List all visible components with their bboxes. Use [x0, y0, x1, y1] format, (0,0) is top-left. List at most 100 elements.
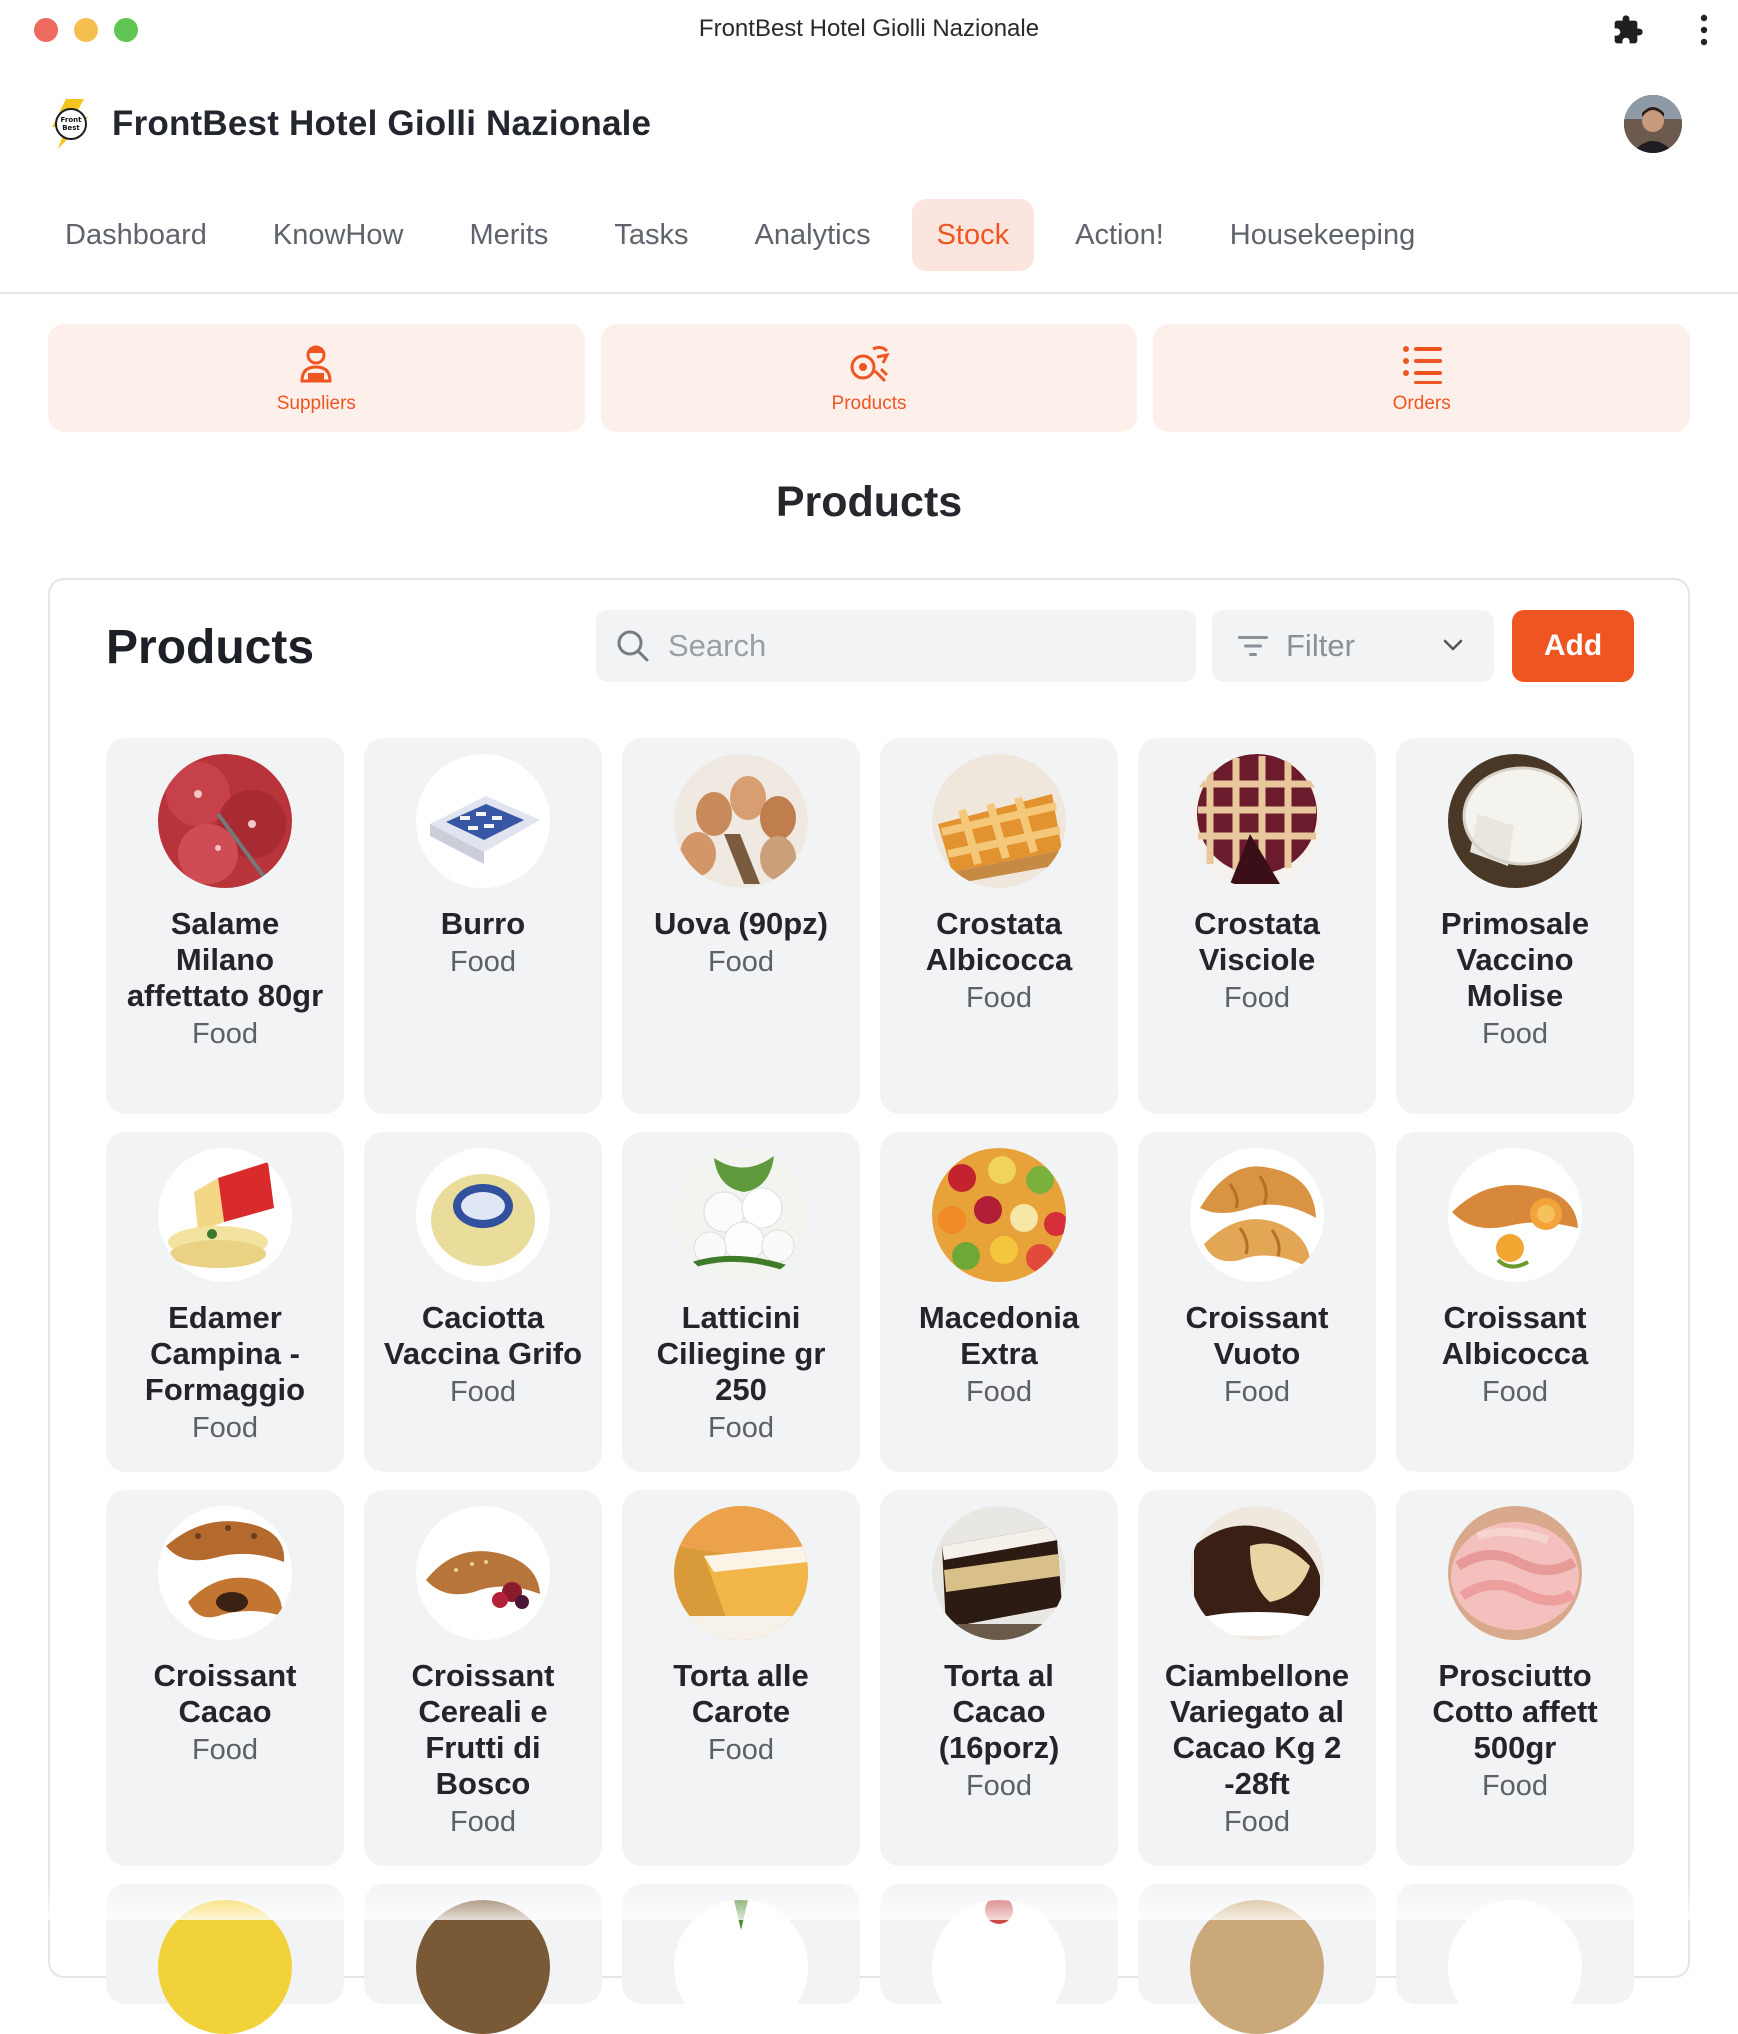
product-name: Torta al Cacao (16porz)	[938, 1658, 1060, 1765]
product-card[interactable]: Crostata Albicocca Food	[880, 738, 1118, 1114]
product-card[interactable]: Caciotta Vaccina Grifo Food	[364, 1132, 602, 1472]
product-card[interactable]: Primosale Vaccino Molise Food	[1396, 738, 1634, 1114]
stock-subnav: Suppliers Products Orders	[48, 324, 1691, 432]
brand[interactable]: Front Best FrontBest Hotel Giolli Nazion…	[44, 96, 651, 152]
subnav-orders[interactable]: Orders	[1153, 324, 1691, 432]
product-name: Crostata Albicocca	[925, 906, 1073, 977]
product-name: Latticini Ciliegine gr 250	[656, 1300, 826, 1407]
supplier-person-icon	[300, 345, 332, 383]
add-product-button[interactable]: Add	[1512, 610, 1634, 682]
tab-action[interactable]: Action!	[1050, 199, 1189, 271]
product-category: Food	[707, 1734, 775, 1766]
tab-housekeeping[interactable]: Housekeeping	[1205, 199, 1440, 271]
search-icon	[617, 630, 649, 662]
product-name: Uova (90pz)	[654, 906, 828, 941]
product-card[interactable]: Croissant Vuoto Food	[1138, 1132, 1376, 1472]
product-category: Food	[1223, 1376, 1291, 1408]
product-image	[158, 1900, 292, 2034]
product-image-crostata-albicocca	[932, 754, 1066, 888]
product-image-torta-carote	[674, 1506, 808, 1640]
product-card[interactable]: Croissant Albicocca Food	[1396, 1132, 1634, 1472]
product-name: Torta alle Carote	[673, 1658, 809, 1729]
product-category: Food	[1223, 982, 1291, 1014]
product-category: Food	[965, 982, 1033, 1014]
products-panel: Products Filter Add	[48, 578, 1690, 2034]
product-category: Food	[449, 946, 517, 978]
user-avatar[interactable]	[1624, 95, 1682, 153]
product-name: Primosale Vaccino Molise	[1440, 906, 1590, 1013]
tab-analytics[interactable]: Analytics	[730, 199, 896, 271]
tab-dashboard[interactable]: Dashboard	[40, 199, 232, 271]
product-category: Food	[191, 1734, 259, 1766]
product-name: Ciambellone Variegato al Cacao Kg 2 -28f…	[1164, 1658, 1350, 1801]
tab-knowhow[interactable]: KnowHow	[248, 199, 429, 271]
tab-merits[interactable]: Merits	[444, 199, 573, 271]
product-card[interactable]: Crostata Visciole Food	[1138, 738, 1376, 1114]
product-card[interactable]: Croissant Cereali e Frutti di Bosco Food	[364, 1490, 602, 1866]
subnav-suppliers-label: Suppliers	[276, 393, 356, 414]
product-name: Caciotta Vaccina Grifo	[383, 1300, 583, 1371]
more-menu-icon[interactable]	[1696, 12, 1712, 48]
product-image	[1448, 1900, 1582, 2034]
products-food-icon	[850, 345, 890, 383]
product-name: Croissant Cereali e Frutti di Bosco	[411, 1658, 555, 1801]
product-image-croissant-cereali	[416, 1506, 550, 1640]
product-category: Food	[1481, 1376, 1549, 1408]
product-card[interactable]: Edamer Campina - Formaggio Food	[106, 1132, 344, 1472]
product-category: Food	[449, 1806, 517, 1838]
logo-text-best: Best	[62, 124, 80, 132]
product-card[interactable]: Prosciutto Cotto affett 500gr Food	[1396, 1490, 1634, 1866]
product-image	[1190, 1900, 1324, 2034]
product-category: Food	[1223, 1806, 1291, 1838]
subnav-products[interactable]: Products	[600, 324, 1138, 432]
product-name: Croissant Vuoto	[1185, 1300, 1329, 1371]
product-card[interactable]: Torta alle Carote Food	[622, 1490, 860, 1866]
product-category: Food	[1481, 1770, 1549, 1802]
product-category: Food	[965, 1770, 1033, 1802]
product-name: Salame Milano affettato 80gr	[126, 906, 324, 1013]
product-card[interactable]: Torta al Cacao (16porz) Food	[880, 1490, 1118, 1866]
product-card[interactable]: Croissant Cacao Food	[106, 1490, 344, 1866]
product-image	[674, 1900, 808, 2034]
list-icon	[1402, 346, 1442, 384]
search-box[interactable]	[596, 610, 1196, 682]
window-titlebar: FrontBest Hotel Giolli Nazionale	[0, 0, 1738, 58]
product-image-uova	[674, 754, 808, 888]
product-image-macedonia	[932, 1148, 1066, 1282]
product-category: Food	[707, 946, 775, 978]
product-image-caciotta	[416, 1148, 550, 1282]
chevron-down-icon	[1443, 639, 1463, 651]
product-image-ciliegine	[674, 1148, 808, 1282]
panel-title: Products	[106, 621, 315, 674]
filter-label: Filter	[1286, 628, 1355, 663]
tab-tasks[interactable]: Tasks	[589, 199, 713, 271]
product-card[interactable]: Salame Milano affettato 80gr Food	[106, 738, 344, 1114]
puzzle-extension-icon[interactable]	[1612, 14, 1644, 46]
product-category: Food	[965, 1376, 1033, 1408]
product-image	[932, 1900, 1066, 2034]
product-name: Crostata Visciole	[1194, 906, 1320, 977]
window-title: FrontBest Hotel Giolli Nazionale	[698, 15, 1040, 42]
product-image-edamer	[158, 1148, 292, 1282]
subnav-products-label: Products	[831, 393, 907, 414]
page-title: Products	[775, 478, 963, 526]
product-card[interactable]: Latticini Ciliegine gr 250 Food	[622, 1132, 860, 1472]
tab-stock[interactable]: Stock	[911, 199, 1035, 271]
product-image-croissant-vuoto	[1190, 1148, 1324, 1282]
product-category: Food	[449, 1376, 517, 1408]
product-card[interactable]: Ciambellone Variegato al Cacao Kg 2 -28f…	[1138, 1490, 1376, 1866]
logo-text-front: Front	[61, 116, 83, 124]
tabs-divider	[0, 292, 1738, 294]
filter-dropdown[interactable]: Filter	[1212, 610, 1494, 682]
product-card[interactable]: Macedonia Extra Food	[880, 1132, 1118, 1472]
product-image-croissant-cacao	[158, 1506, 292, 1640]
subnav-suppliers[interactable]: Suppliers	[48, 324, 585, 432]
product-card[interactable]: Burro Food	[364, 738, 602, 1114]
filter-icon	[1238, 636, 1268, 656]
scroll-fade	[0, 1880, 1738, 1920]
product-category: Food	[1481, 1018, 1549, 1050]
search-input[interactable]	[668, 628, 1148, 664]
frontbest-logo: Front Best	[52, 99, 88, 149]
product-image-salame	[158, 754, 292, 888]
product-card[interactable]: Uova (90pz) Food	[622, 738, 860, 1114]
